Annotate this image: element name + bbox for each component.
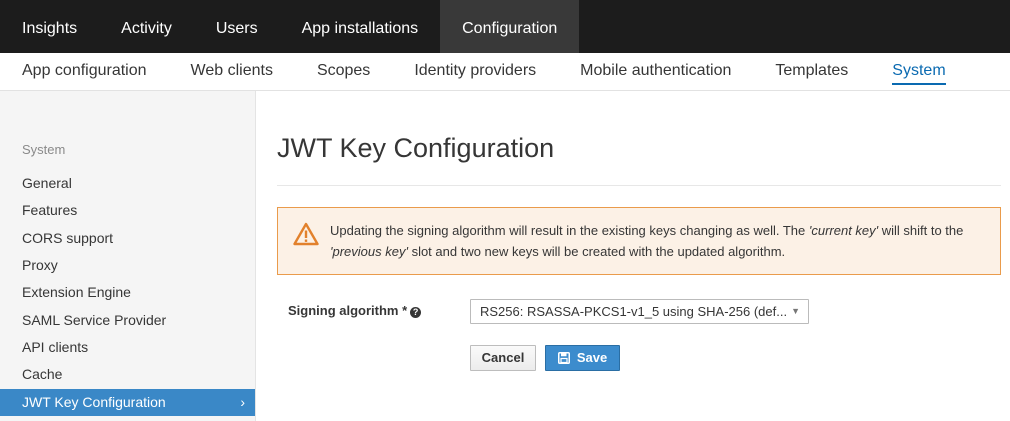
sidebar-item-general[interactable]: General (0, 170, 255, 197)
sidebar-item-proxy[interactable]: Proxy (0, 252, 255, 279)
sidebar-item-cors-support[interactable]: CORS support (0, 225, 255, 252)
signing-algorithm-label: Signing algorithm *? (288, 303, 422, 318)
dropdown-caret-icon: ▼ (791, 306, 800, 316)
tab-users[interactable]: Users (194, 0, 280, 53)
sidebar-heading: System (22, 142, 66, 157)
sidebar-item-saml-service-provider[interactable]: SAML Service Provider (0, 307, 255, 334)
subtab-scopes[interactable]: Scopes (295, 53, 392, 91)
save-icon (557, 352, 570, 364)
sidebar: System General Features CORS support Pro… (0, 91, 256, 421)
subtab-mobile-authentication[interactable]: Mobile authentication (558, 53, 753, 91)
help-icon[interactable]: ? (410, 307, 422, 318)
sub-nav: App configuration Web clients Scopes Ide… (0, 53, 1010, 91)
tab-insights[interactable]: Insights (0, 0, 99, 53)
sidebar-item-jwt-key-configuration[interactable]: JWT Key Configuration › (0, 389, 255, 416)
warning-icon (293, 222, 319, 246)
sidebar-item-api-clients[interactable]: API clients (0, 334, 255, 361)
top-nav: Insights Activity Users App installation… (0, 0, 1010, 53)
title-divider (277, 185, 1001, 186)
sidebar-item-label: JWT Key Configuration (22, 394, 166, 410)
page-title: JWT Key Configuration (277, 133, 555, 163)
subtab-system[interactable]: System (870, 53, 967, 91)
tab-activity[interactable]: Activity (99, 0, 194, 53)
subtab-web-clients[interactable]: Web clients (169, 53, 295, 91)
save-button[interactable]: Save (545, 345, 620, 371)
alert-message: Updating the signing algorithm will resu… (330, 223, 964, 259)
signing-algorithm-select[interactable]: RS256: RSASSA-PKCS1-v1_5 using SHA-256 (… (470, 299, 809, 324)
subtab-app-configuration[interactable]: App configuration (0, 53, 169, 91)
tab-app-installations[interactable]: App installations (280, 0, 441, 53)
signing-algorithm-value: RS256: RSASSA-PKCS1-v1_5 using SHA-256 (… (480, 304, 788, 319)
chevron-right-icon: › (240, 394, 245, 410)
subtab-templates[interactable]: Templates (753, 53, 870, 91)
sidebar-item-extension-engine[interactable]: Extension Engine (0, 279, 255, 306)
subtab-identity-providers[interactable]: Identity providers (392, 53, 558, 91)
alert-emphasis-previous-key: 'previous key' (330, 244, 408, 259)
sidebar-item-cache[interactable]: Cache (0, 361, 255, 388)
save-button-label: Save (576, 350, 608, 365)
tab-configuration[interactable]: Configuration (440, 0, 580, 53)
alert-emphasis-current-key: 'current key' (808, 223, 879, 238)
sidebar-item-features[interactable]: Features (0, 197, 255, 224)
warning-alert: Updating the signing algorithm will resu… (277, 207, 1001, 275)
cancel-button[interactable]: Cancel (470, 345, 536, 371)
